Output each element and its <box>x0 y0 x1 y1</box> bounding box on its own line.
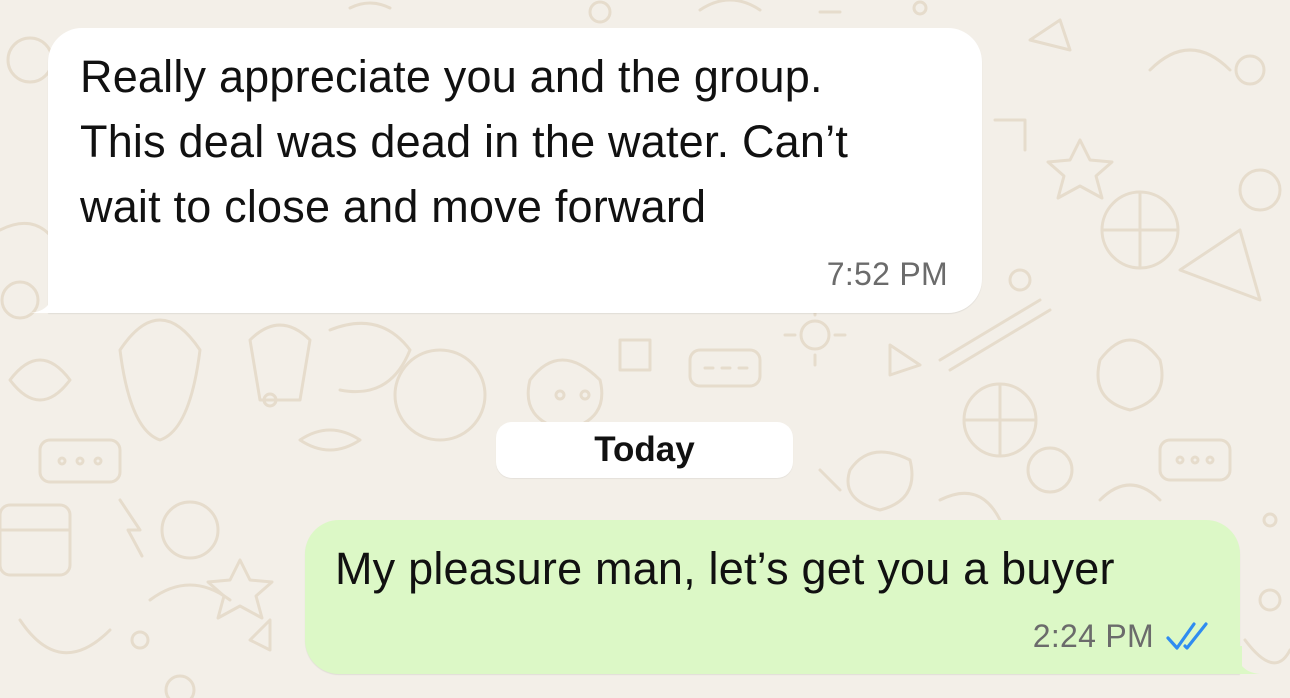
double-check-read-icon <box>1166 622 1208 650</box>
outgoing-message-bubble[interactable]: My pleasure man, let’s get you a buyer 2… <box>305 520 1260 674</box>
outgoing-message-time: 2:24 PM <box>1032 618 1154 654</box>
date-separator-label: Today <box>594 430 695 469</box>
date-separator: Today <box>496 422 793 478</box>
incoming-bubble-tail <box>30 285 66 313</box>
outgoing-message-text: My pleasure man, let’s get you a buyer <box>335 543 1115 594</box>
incoming-message-time: 7:52 PM <box>826 256 948 292</box>
incoming-message-bubble[interactable]: Really appreciate you and the group. Thi… <box>30 28 982 313</box>
incoming-message-text: Really appreciate you and the group. Thi… <box>80 51 849 232</box>
outgoing-bubble-tail <box>1224 646 1260 674</box>
